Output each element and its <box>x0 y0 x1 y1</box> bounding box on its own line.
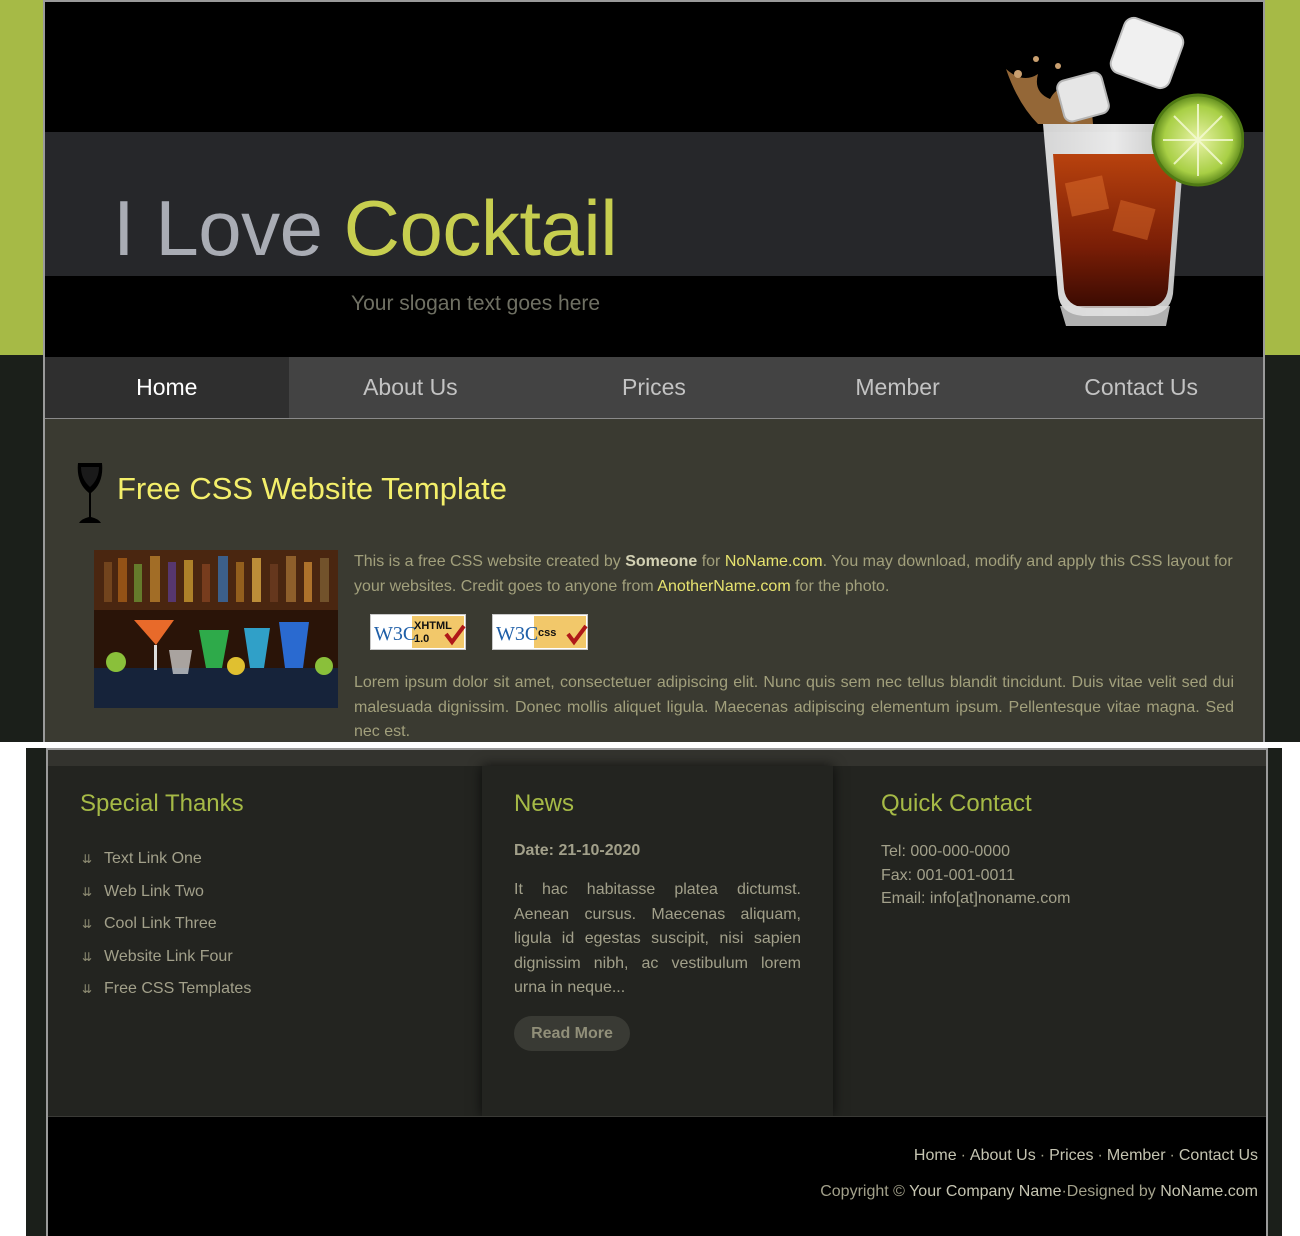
designed-prefix: Designed by <box>1066 1183 1161 1200</box>
special-thanks-section: Special Thanks ⇊ Text Link One ⇊ Web Link … <box>48 766 481 1116</box>
w3c-xhtml-badge[interactable]: W3C XHTML 1.0 <box>370 614 466 650</box>
news-text: It hac habitasse platea dictumst. Aenean… <box>514 881 801 996</box>
footer-container: Special Thanks ⇊ Text Link One ⇊ Web Link … <box>46 748 1268 1236</box>
quick-contact-section: Quick Contact Tel: 000-000-0000 Fax: 001… <box>834 766 1266 1116</box>
special-link-label: Cool Link Three <box>104 915 217 932</box>
copyright-prefix: Copyright © <box>820 1183 910 1200</box>
noname-link[interactable]: NoName.com <box>725 553 823 570</box>
link-bullet-icon: ⇊ <box>82 884 93 899</box>
special-link-1[interactable]: ⇊ Text Link One <box>82 850 251 883</box>
copyright-line: Copyright © Your Company Name·Designed b… <box>820 1183 1258 1201</box>
contact-fax: Fax: 001-001-0011 <box>881 866 1016 884</box>
site-title[interactable]: I Love Cocktail <box>113 184 618 272</box>
special-thanks-links: ⇊ Text Link One ⇊ Web Link Two ⇊ Cool Link … <box>82 850 251 1013</box>
special-link-label: Website Link Four <box>104 947 233 965</box>
lorem-paragraph: Lorem ipsum dolor sit amet, consectetuer… <box>354 674 1234 740</box>
footer-separator: · <box>960 1147 966 1164</box>
contact-email: Email: info[at]noname.com <box>881 890 1071 907</box>
bottom-screenshot: Special Thanks ⇊ Text Link One ⇊ Web Link … <box>26 748 1282 1236</box>
badge1-line2: 1.0 <box>414 633 429 645</box>
wine-glass-icon <box>77 463 103 523</box>
footer-separator: · <box>1097 1147 1103 1164</box>
site-container: I Love Cocktail Your slogan text goes he… <box>43 0 1265 742</box>
site-header: I Love Cocktail Your slogan text goes he… <box>45 2 1263 357</box>
footer-separator: · <box>1039 1147 1046 1164</box>
special-thanks-title: Special Thanks <box>80 790 244 817</box>
designer-link[interactable]: NoName.com <box>1160 1183 1258 1200</box>
company-name-link[interactable]: Your Company Name <box>909 1183 1061 1200</box>
nav-item-prices[interactable]: Prices <box>532 357 776 418</box>
footer-link-contact-us[interactable]: Contact Us <box>1179 1147 1258 1164</box>
link-bullet-icon: ⇊ <box>82 982 93 996</box>
footer-link-prices[interactable]: Prices <box>1049 1147 1093 1164</box>
anothername-link[interactable]: AnotherName.com <box>657 578 790 595</box>
w3c-css-badge[interactable]: W3C css <box>492 614 588 650</box>
footer-top-strip <box>48 750 1266 766</box>
site-title-part2: Cocktail <box>343 184 618 272</box>
special-link-label: Text Link One <box>104 850 202 867</box>
nav-item-about-us[interactable]: About Us <box>289 357 533 418</box>
read-more-button[interactable]: Read More <box>514 1016 630 1051</box>
intro-paragraph: This is a free CSS website created by So… <box>354 550 1234 599</box>
main-navigation: Home About Us Prices Member Contact Us <box>45 357 1263 419</box>
special-link-label: Free CSS Templates <box>104 980 252 997</box>
intro-text-2: for <box>697 553 725 570</box>
special-link-5[interactable]: ⇊ Free CSS Templates <box>82 980 251 1013</box>
w3c-logo-2: W3C <box>496 623 538 645</box>
footer-navigation: Home · About Us · Prices · Member · Contact Us <box>914 1147 1258 1165</box>
footer-separator: · <box>1169 1147 1175 1164</box>
site-title-part1: I Love <box>113 184 323 272</box>
w3c-logo-1: W3C <box>374 623 416 645</box>
quick-contact-title: Quick Contact <box>881 790 1032 817</box>
news-section: News Date: 21-10-2020 It hac habitasse p… <box>482 766 833 1116</box>
site-slogan: Your slogan text goes here <box>351 292 601 315</box>
badge2-line1: css <box>538 627 556 639</box>
intro-author: Someone <box>625 553 698 570</box>
intro-text-4: for the photo. <box>790 577 890 595</box>
nav-item-member[interactable]: Member <box>776 357 1020 418</box>
contact-details: Tel: 000-000-0000 Fax: 001-001-0011 Emai… <box>881 840 1070 911</box>
cocktail-glass-image <box>1006 16 1244 326</box>
intro-text-1: This is a free CSS website created by <box>354 553 626 570</box>
footer-link-member[interactable]: Member <box>1107 1147 1166 1164</box>
top-screenshot: I Love Cocktail Your slogan text goes he… <box>0 0 1300 742</box>
link-bullet-icon: ⇊ <box>82 949 93 964</box>
bar-cocktails-photo <box>94 550 338 708</box>
contact-tel: Tel: 000-000-0000 <box>881 843 1010 860</box>
link-bullet-icon: ⇊ <box>82 917 93 931</box>
footer-link-about-us[interactable]: About Us <box>970 1147 1036 1164</box>
footer-bottom-bar: Home · About Us · Prices · Member · Contact Us C… <box>48 1116 1266 1236</box>
main-content: Free CSS Website Template This is a free… <box>45 419 1263 742</box>
news-title: News <box>514 790 575 817</box>
content-heading: Free CSS Website Template <box>117 471 507 506</box>
nav-item-home[interactable]: Home <box>45 357 289 418</box>
nav-item-contact-us[interactable]: Contact Us <box>1019 357 1263 418</box>
special-link-3[interactable]: ⇊ Cool Link Three <box>82 915 251 948</box>
footer-link-home[interactable]: Home <box>914 1147 957 1164</box>
special-link-2[interactable]: ⇊ Web Link Two <box>82 883 251 916</box>
special-link-label: Web Link Two <box>104 882 204 900</box>
badge1-line1: XHTML <box>414 620 452 632</box>
news-date: Date: 21-10-2020 <box>514 842 641 859</box>
link-bullet-icon: ⇊ <box>82 852 93 866</box>
special-link-4[interactable]: ⇊ Website Link Four <box>82 948 251 981</box>
